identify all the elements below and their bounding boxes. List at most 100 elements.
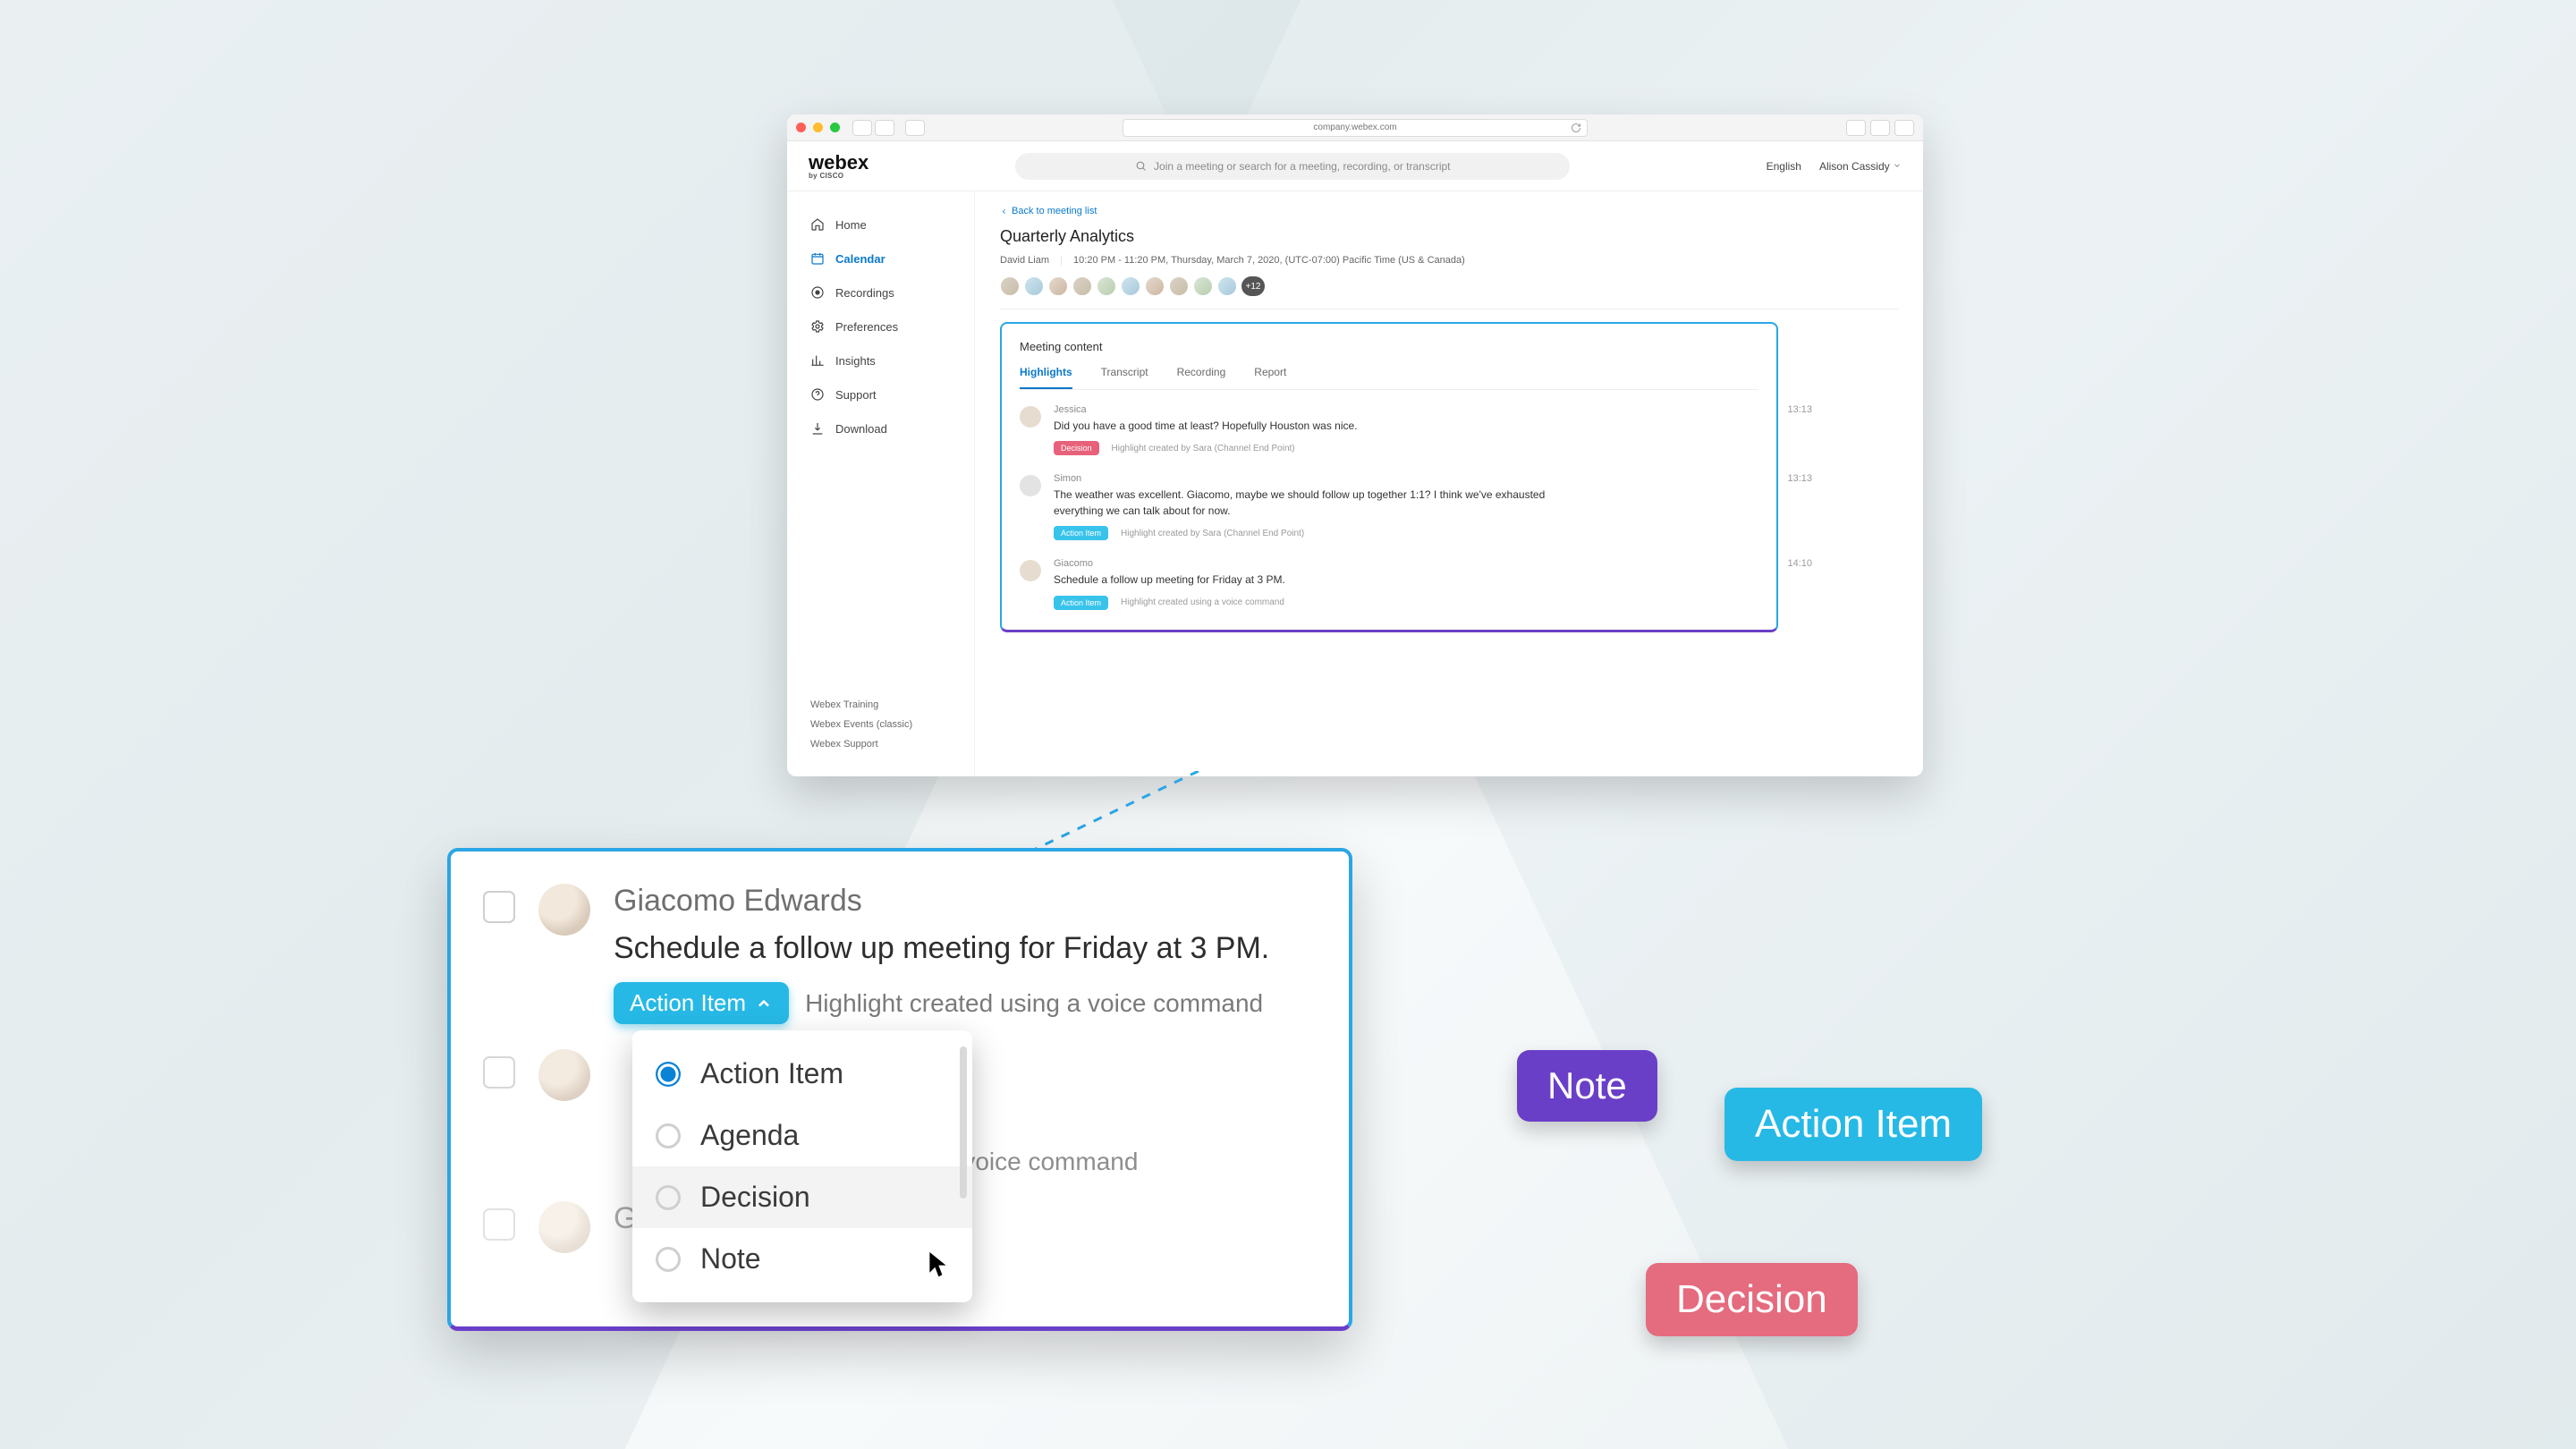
footer-link-support[interactable]: Webex Support bbox=[810, 739, 974, 750]
radio-icon bbox=[656, 1247, 681, 1272]
sidebar-item-label: Preferences bbox=[835, 320, 898, 334]
dropdown-option-label: Action Item bbox=[700, 1057, 843, 1090]
content-tabs: Highlights Transcript Recording Report bbox=[1020, 366, 1758, 390]
footer-link-training[interactable]: Webex Training bbox=[810, 699, 974, 710]
window-zoom-icon[interactable] bbox=[830, 123, 840, 132]
avatar bbox=[538, 1201, 590, 1253]
webex-logo: webex by CISCO bbox=[809, 153, 869, 180]
meeting-host: David Liam bbox=[1000, 255, 1049, 266]
highlight-text: Did you have a good time at least? Hopef… bbox=[1054, 419, 1555, 434]
new-tab-button[interactable] bbox=[1870, 120, 1890, 136]
titlebar: company.webex.com bbox=[787, 114, 1923, 141]
meeting-time: 10:20 PM - 11:20 PM, Thursday, March 7, … bbox=[1073, 255, 1465, 266]
user-name: Alison Cassidy bbox=[1819, 160, 1890, 173]
highlight-badge[interactable]: Action Item bbox=[1054, 596, 1108, 610]
avatar[interactable] bbox=[1169, 276, 1189, 296]
callout-text: Schedule a follow up meeting for Friday … bbox=[614, 931, 1317, 966]
sidebar-item-insights[interactable]: Insights bbox=[810, 343, 974, 377]
select-checkbox[interactable] bbox=[483, 1208, 515, 1241]
highlight-item: Jessica Did you have a good time at leas… bbox=[1020, 404, 1758, 455]
attendee-row: +12 bbox=[1000, 276, 1898, 296]
avatar[interactable] bbox=[1000, 276, 1020, 296]
radio-selected-icon bbox=[656, 1062, 681, 1087]
share-button[interactable] bbox=[1846, 120, 1866, 136]
sidebar-footer: Webex Training Webex Events (classic) We… bbox=[810, 699, 974, 776]
highlight-time: 14:10 bbox=[1787, 558, 1812, 569]
avatar[interactable] bbox=[1072, 276, 1092, 296]
tab-highlights[interactable]: Highlights bbox=[1020, 366, 1072, 389]
back-link[interactable]: Back to meeting list bbox=[1000, 206, 1898, 216]
highlight-type-dropdown[interactable]: Action Item Agenda Decision Note bbox=[632, 1030, 972, 1302]
window-close-icon[interactable] bbox=[796, 123, 806, 132]
sidebar-item-support[interactable]: Support bbox=[810, 377, 974, 411]
callout-author: Giacomo Edwards bbox=[614, 884, 1317, 919]
meeting-subtitle: David Liam ｜ 10:20 PM - 11:20 PM, Thursd… bbox=[1000, 253, 1898, 267]
tab-recording[interactable]: Recording bbox=[1177, 366, 1226, 389]
highlight-author: Simon bbox=[1054, 473, 1758, 484]
dropdown-option-decision[interactable]: Decision bbox=[632, 1166, 972, 1228]
highlight-time: 13:13 bbox=[1787, 473, 1812, 484]
dropdown-option-note[interactable]: Note bbox=[632, 1228, 972, 1290]
global-search[interactable]: Join a meeting or search for a meeting, … bbox=[1015, 153, 1570, 180]
chevron-left-icon bbox=[1000, 208, 1008, 216]
highlight-text: Schedule a follow up meeting for Friday … bbox=[1054, 572, 1555, 588]
nav-back-button[interactable] bbox=[852, 120, 872, 136]
highlight-author: Jessica bbox=[1054, 404, 1758, 415]
avatar[interactable] bbox=[1097, 276, 1116, 296]
avatar[interactable] bbox=[1217, 276, 1237, 296]
dropdown-option-action-item[interactable]: Action Item bbox=[632, 1043, 972, 1105]
select-checkbox[interactable] bbox=[483, 1056, 515, 1089]
radio-icon bbox=[656, 1185, 681, 1210]
avatar bbox=[1020, 560, 1041, 581]
tab-transcript[interactable]: Transcript bbox=[1101, 366, 1148, 389]
sidebar-toggle-button[interactable] bbox=[905, 120, 925, 136]
sidebar-item-home[interactable]: Home bbox=[810, 208, 974, 242]
highlight-type-label: Action Item bbox=[630, 989, 746, 1017]
avatar[interactable] bbox=[1024, 276, 1044, 296]
avatar[interactable] bbox=[1048, 276, 1068, 296]
sidebar-item-label: Home bbox=[835, 218, 867, 232]
tab-report[interactable]: Report bbox=[1254, 366, 1286, 389]
support-icon bbox=[810, 387, 825, 402]
preferences-icon bbox=[810, 319, 825, 334]
avatar bbox=[538, 1049, 590, 1101]
nav-forward-button[interactable] bbox=[875, 120, 894, 136]
brand-byline: by CISCO bbox=[809, 173, 869, 180]
attendee-overflow[interactable]: +12 bbox=[1241, 276, 1265, 296]
tabs-button[interactable] bbox=[1894, 120, 1914, 136]
highlight-author: Giacomo bbox=[1054, 558, 1758, 569]
avatar[interactable] bbox=[1145, 276, 1165, 296]
sidebar-item-calendar[interactable]: Calendar bbox=[810, 242, 974, 275]
avatar bbox=[1020, 406, 1041, 428]
address-bar[interactable]: company.webex.com bbox=[1123, 119, 1588, 137]
avatar[interactable] bbox=[1121, 276, 1140, 296]
main-content: Back to meeting list Quarterly Analytics… bbox=[975, 191, 1923, 776]
search-placeholder: Join a meeting or search for a meeting, … bbox=[1154, 160, 1451, 173]
footer-link-events[interactable]: Webex Events (classic) bbox=[810, 719, 974, 730]
refresh-icon[interactable] bbox=[1571, 123, 1581, 133]
highlight-type-selector[interactable]: Action Item bbox=[614, 982, 789, 1024]
avatar[interactable] bbox=[1193, 276, 1213, 296]
dropdown-option-label: Agenda bbox=[700, 1119, 799, 1152]
sidebar-item-label: Insights bbox=[835, 354, 876, 368]
window-minimize-icon[interactable] bbox=[813, 123, 823, 132]
avatar bbox=[1020, 475, 1041, 496]
sidebar-item-recordings[interactable]: Recordings bbox=[810, 275, 974, 309]
dropdown-option-agenda[interactable]: Agenda bbox=[632, 1105, 972, 1166]
highlight-badge[interactable]: Action Item bbox=[1054, 526, 1108, 540]
sidebar: Home Calendar Recordings Preferences Ins… bbox=[787, 191, 975, 776]
highlight-badge[interactable]: Decision bbox=[1054, 441, 1099, 455]
select-checkbox[interactable] bbox=[483, 891, 515, 923]
user-menu[interactable]: Alison Cassidy bbox=[1819, 160, 1902, 173]
sidebar-item-label: Download bbox=[835, 422, 887, 436]
sidebar-item-preferences[interactable]: Preferences bbox=[810, 309, 974, 343]
sidebar-item-download[interactable]: Download bbox=[810, 411, 974, 445]
browser-window: company.webex.com webex by CISCO Join a … bbox=[787, 114, 1923, 776]
scrollbar[interactable] bbox=[960, 1046, 967, 1199]
highlight-meta: Highlight created by Sara (Channel End P… bbox=[1121, 529, 1304, 538]
dropdown-option-label: Decision bbox=[700, 1181, 810, 1214]
highlight-meta: Highlight created by Sara (Channel End P… bbox=[1112, 444, 1295, 453]
highlight-time: 13:13 bbox=[1787, 404, 1812, 415]
language-selector[interactable]: English bbox=[1767, 160, 1801, 173]
download-icon bbox=[810, 421, 825, 436]
